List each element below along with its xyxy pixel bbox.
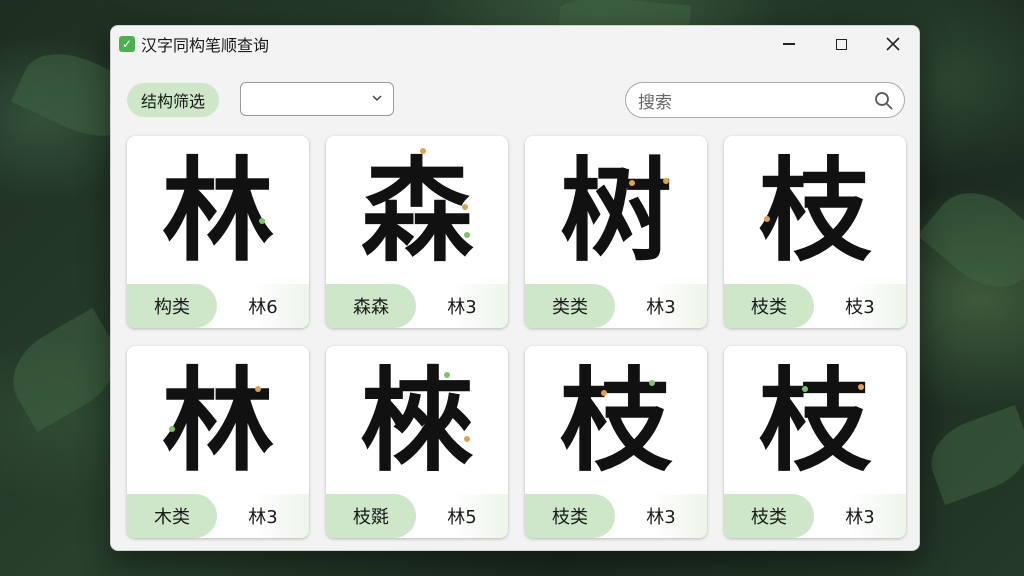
character-card[interactable]: 枝 枝类 林3 — [724, 346, 906, 538]
stroke-count: 林3 — [814, 494, 906, 538]
checkmark-icon: ✓ — [119, 36, 135, 52]
stroke-hint-dot — [802, 386, 808, 392]
structure-tag: 枝类 — [724, 494, 814, 538]
stroke-count: 林3 — [615, 494, 707, 538]
card-footer: 枝类 林3 — [525, 494, 707, 538]
character-glyph: 枝 — [560, 356, 672, 487]
character-grid: 林 构类 林6 森 森森 林3 树 类类 林3 枝 枝类 枝3 林 木类 林3 … — [127, 136, 906, 538]
character-card[interactable]: 枝 枝类 枝3 — [724, 136, 906, 328]
stroke-hint-dot — [420, 148, 426, 154]
stroke-hint-dot — [858, 384, 864, 390]
toolbar: 结构筛选 搜索 — [127, 82, 905, 118]
maximize-icon — [835, 38, 847, 50]
character-card[interactable]: 棶 枝毲 林5 — [326, 346, 508, 538]
window-title: 汉字同构笔顺查询 — [141, 36, 270, 55]
structure-tag: 构类 — [127, 284, 217, 328]
app-window: ✓ 汉字同构笔顺查询 结构筛选 搜索 林 构类 林6 森 森森 林3 树 类类 … — [110, 25, 920, 551]
stroke-hint-dot — [259, 218, 265, 224]
structure-tag: 类类 — [525, 284, 615, 328]
card-footer: 木类 林3 — [127, 494, 309, 538]
structure-tag: 木类 — [127, 494, 217, 538]
minimize-button[interactable] — [763, 26, 815, 62]
card-footer: 森森 林3 — [326, 284, 508, 328]
character-glyph: 林 — [162, 146, 274, 277]
search-input[interactable]: 搜索 — [625, 82, 905, 118]
structure-filter-button[interactable]: 结构筛选 — [127, 83, 220, 117]
structure-tag: 枝类 — [525, 494, 615, 538]
stroke-hint-dot — [444, 372, 450, 378]
card-footer: 类类 林3 — [525, 284, 707, 328]
stroke-count: 林3 — [615, 284, 707, 328]
title-bar[interactable]: ✓ 汉字同构笔顺查询 — [111, 26, 919, 62]
structure-tag: 枝毲 — [326, 494, 416, 538]
stroke-hint-dot — [169, 426, 175, 432]
stroke-hint-dot — [649, 380, 655, 386]
chevron-down-icon — [372, 95, 382, 102]
character-glyph: 森 — [361, 146, 473, 277]
structure-filter-label: 结构筛选 — [141, 92, 206, 111]
stroke-hint-dot — [462, 204, 468, 210]
structure-tag: 枝类 — [724, 284, 814, 328]
card-footer: 枝毲 林5 — [326, 494, 508, 538]
character-card[interactable]: 森 森森 林3 — [326, 136, 508, 328]
stroke-hint-dot — [255, 386, 261, 392]
stroke-count: 林3 — [416, 284, 508, 328]
character-card[interactable]: 枝 枝类 林3 — [525, 346, 707, 538]
stroke-hint-dot — [764, 216, 770, 222]
structure-tag: 森森 — [326, 284, 416, 328]
window-controls — [763, 26, 919, 62]
stroke-hint-dot — [464, 232, 470, 238]
maximize-button[interactable] — [815, 26, 867, 62]
character-glyph: 枝 — [759, 146, 871, 277]
stroke-count: 林5 — [416, 494, 508, 538]
character-glyph: 棶 — [361, 356, 473, 487]
stroke-hint-dot — [464, 436, 470, 442]
stroke-count: 林3 — [217, 494, 309, 538]
background-leaf — [921, 405, 1024, 505]
close-icon — [886, 37, 900, 51]
character-glyph: 树 — [560, 146, 672, 277]
character-card[interactable]: 树 类类 林3 — [525, 136, 707, 328]
card-footer: 枝类 林3 — [724, 494, 906, 538]
stroke-hint-dot — [601, 390, 607, 396]
card-footer: 构类 林6 — [127, 284, 309, 328]
search-placeholder: 搜索 — [638, 92, 672, 113]
character-glyph: 枝 — [759, 356, 871, 487]
card-footer: 枝类 枝3 — [724, 284, 906, 328]
stroke-count: 林6 — [217, 284, 309, 328]
minimize-icon — [783, 43, 795, 45]
stroke-count: 枝3 — [814, 284, 906, 328]
search-icon[interactable] — [874, 91, 894, 111]
character-glyph: 林 — [162, 356, 274, 487]
stroke-hint-dot — [629, 180, 635, 186]
stroke-hint-dot — [663, 178, 669, 184]
structure-select[interactable] — [240, 82, 394, 116]
background-leaf — [917, 174, 1024, 306]
close-button[interactable] — [867, 26, 919, 62]
character-card[interactable]: 林 木类 林3 — [127, 346, 309, 538]
character-card[interactable]: 林 构类 林6 — [127, 136, 309, 328]
